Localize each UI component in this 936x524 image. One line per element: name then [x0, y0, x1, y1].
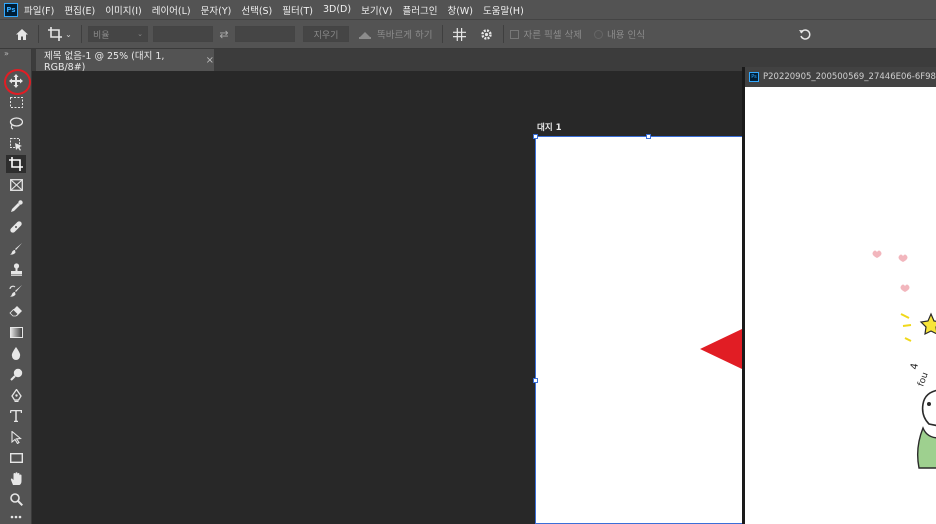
chevron-down-icon: ⌄: [137, 30, 143, 38]
home-icon[interactable]: [12, 28, 32, 41]
dodge-tool-icon[interactable]: [6, 365, 26, 383]
divider: [38, 25, 39, 43]
crop-icon: [48, 27, 63, 41]
type-tool-icon[interactable]: [6, 407, 26, 425]
character-illustration: 4 fou: [872, 250, 936, 469]
floating-document-window[interactable]: Ps P20220905_200500569_27446E06-6F98-4 4…: [742, 67, 936, 524]
menu-3d[interactable]: 3D(D): [323, 4, 351, 15]
delete-cropped-label: 자른 픽셀 삭제: [523, 30, 582, 41]
marquee-tool-icon[interactable]: [6, 93, 26, 111]
menu-bar: Ps 파일(F) 편집(E) 이미지(I) 레이어(L) 문자(Y) 선택(S)…: [0, 0, 936, 19]
artboard-handle[interactable]: [533, 134, 538, 139]
tools-panel: »: [0, 49, 32, 524]
floating-window-titlebar[interactable]: Ps P20220905_200500569_27446E06-6F98-4: [745, 67, 936, 87]
menu-type[interactable]: 문자(Y): [201, 3, 232, 17]
ratio-select[interactable]: 비율 ⌄: [88, 26, 148, 42]
photoshop-doc-icon: Ps: [749, 72, 759, 82]
menu-filter[interactable]: 필터(T): [282, 3, 313, 17]
crop-tool-icon[interactable]: [6, 155, 26, 173]
divider: [442, 25, 444, 43]
pen-tool-icon[interactable]: [6, 386, 26, 404]
artboard-handle[interactable]: [646, 134, 651, 139]
options-bar: ⌄ 비율 ⌄ ⇄ 지우기 똑바르게 하기 자른 픽셀 삭제 내용 인식: [0, 19, 936, 49]
gradient-tool-icon[interactable]: [6, 323, 26, 341]
eyedropper-tool-icon[interactable]: [6, 197, 26, 215]
ratio-select-label: 비율: [93, 30, 110, 41]
eraser-tool-icon[interactable]: [6, 302, 26, 320]
clone-stamp-tool-icon[interactable]: [6, 260, 26, 278]
content-aware-toggle[interactable]: [593, 29, 603, 39]
crop-preset-picker[interactable]: ⌄: [45, 27, 75, 41]
hand-tool-icon[interactable]: [6, 470, 26, 488]
brush-tool-icon[interactable]: [6, 239, 26, 257]
document-tab[interactable]: 제목 없음-1 @ 25% (대지 1, RGB/8#) ×: [36, 49, 214, 73]
menu-help[interactable]: 도움말(H): [483, 3, 524, 17]
collapse-panel-icon[interactable]: »: [4, 49, 9, 58]
menu-plugins[interactable]: 플러그인: [402, 3, 437, 17]
path-select-tool-icon[interactable]: [6, 428, 26, 446]
clear-button-label: 지우기: [313, 30, 339, 41]
content-aware-label: 내용 인식: [606, 30, 645, 41]
rectangle-tool-icon[interactable]: [6, 449, 26, 467]
swap-icon[interactable]: ⇄: [213, 28, 235, 41]
grid-overlay-icon[interactable]: [449, 27, 469, 41]
delete-cropped-checkbox[interactable]: [510, 29, 520, 39]
divider: [503, 25, 505, 43]
artboard-label[interactable]: 대지 1: [537, 121, 562, 133]
menu-window[interactable]: 창(W): [447, 3, 473, 17]
gear-icon[interactable]: [475, 28, 497, 41]
menu-layer[interactable]: 레이어(L): [152, 3, 191, 17]
blur-tool-icon[interactable]: [6, 344, 26, 362]
reset-icon[interactable]: [795, 28, 815, 40]
photoshop-logo: Ps: [4, 2, 18, 17]
close-icon[interactable]: ×: [206, 55, 214, 66]
height-field[interactable]: [235, 26, 295, 42]
zoom-tool-icon[interactable]: [6, 490, 26, 508]
document-tab-title: 제목 없음-1 @ 25% (대지 1, RGB/8#): [44, 50, 165, 73]
healing-brush-tool-icon[interactable]: [6, 218, 26, 236]
svg-text:4: 4: [909, 362, 921, 370]
more-tools-icon[interactable]: [6, 511, 26, 523]
menu-select[interactable]: 선택(S): [241, 3, 272, 17]
straighten-icon[interactable]: [355, 29, 375, 39]
history-brush-tool-icon[interactable]: [6, 281, 26, 299]
lasso-tool-icon[interactable]: [6, 114, 26, 132]
menu-edit[interactable]: 편집(E): [64, 3, 95, 17]
highlight-circle: [4, 69, 31, 95]
artboard-handle[interactable]: [533, 378, 538, 383]
chevron-down-icon: ⌄: [65, 29, 72, 39]
straighten-label[interactable]: 똑바르게 하기: [377, 27, 432, 41]
menu-file[interactable]: 파일(F): [24, 3, 54, 17]
frame-tool-icon[interactable]: [6, 176, 26, 194]
menu-image[interactable]: 이미지(I): [105, 3, 141, 17]
menu-view[interactable]: 보기(V): [361, 3, 392, 17]
divider: [81, 25, 82, 43]
width-field[interactable]: [153, 26, 213, 42]
floating-window-title: P20220905_200500569_27446E06-6F98-4: [763, 72, 936, 82]
object-select-tool-icon[interactable]: [6, 135, 26, 153]
clear-button[interactable]: 지우기: [303, 26, 349, 42]
svg-text:fou: fou: [916, 371, 930, 388]
